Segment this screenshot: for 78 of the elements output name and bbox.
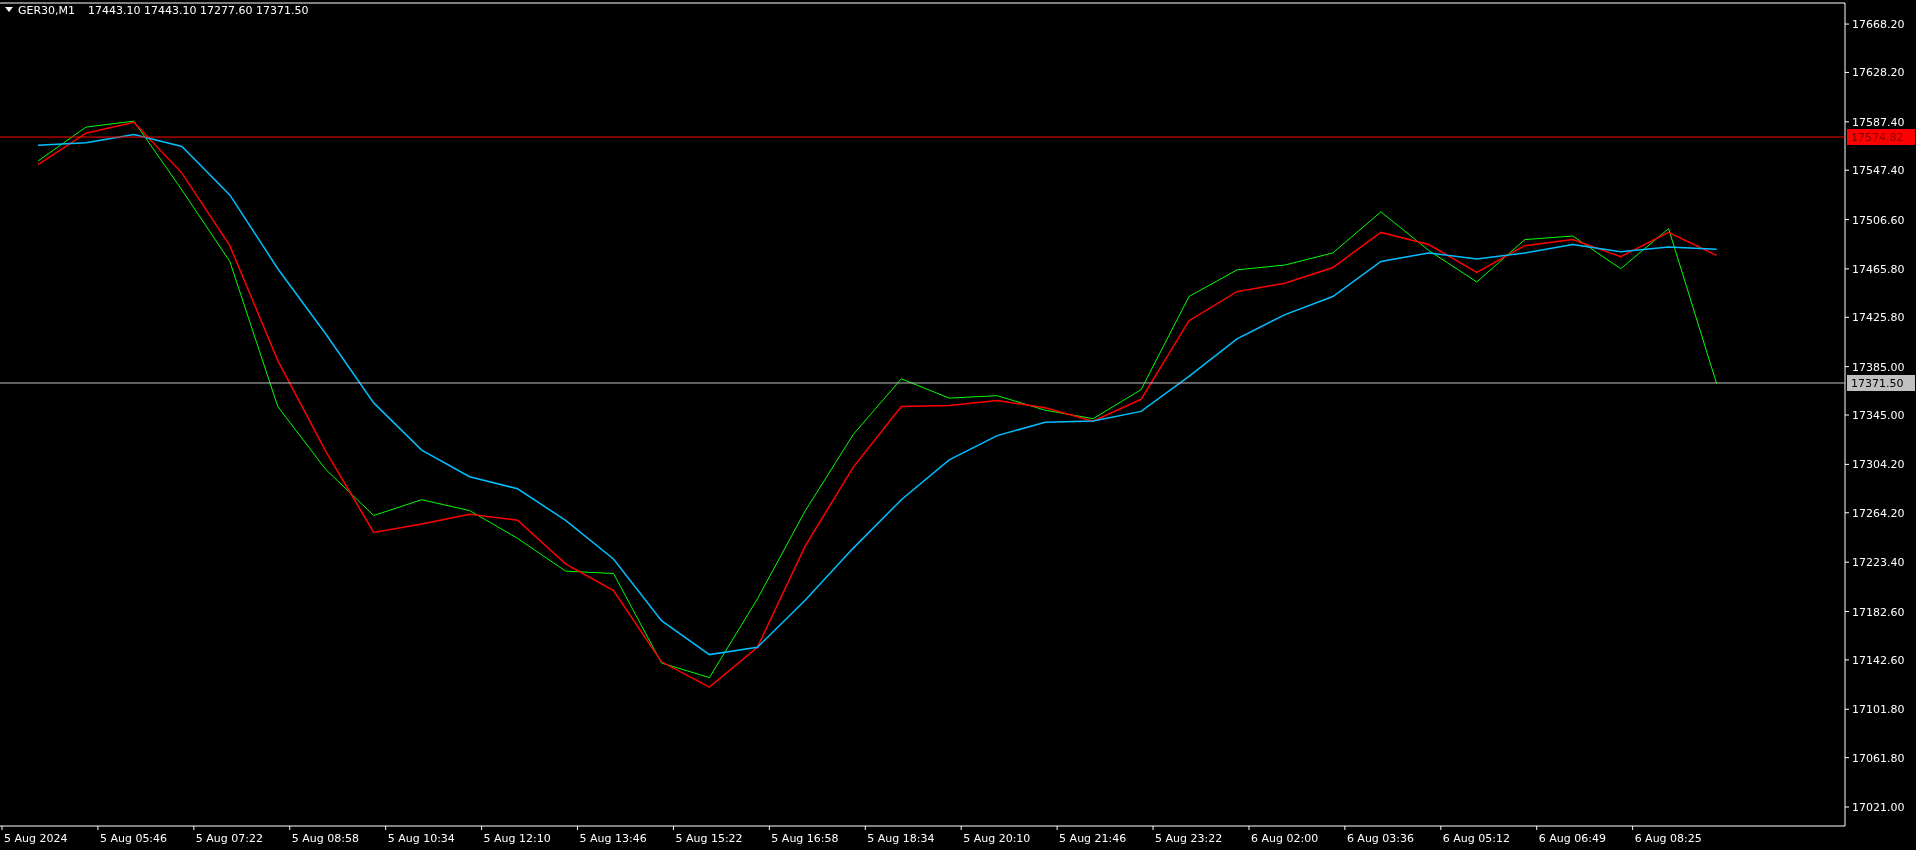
axis-tick — [1844, 219, 1850, 221]
time-axis-label: 5 Aug 18:34 — [867, 832, 935, 845]
price-axis-label: 17385.00 — [1852, 360, 1905, 374]
axis-tick — [1056, 825, 1058, 831]
time-axis-label: 5 Aug 13:46 — [579, 832, 647, 845]
price-axis-label: 17425.80 — [1852, 311, 1905, 325]
ref-line-label: 17574.82 — [1851, 131, 1904, 145]
axis-tick — [1844, 757, 1850, 759]
axis-tick — [1844, 512, 1850, 514]
time-axis-label: 5 Aug 10:34 — [387, 832, 455, 845]
axis-tick — [97, 825, 99, 831]
axis-tick — [1844, 121, 1850, 123]
price-axis-label: 17264.20 — [1852, 506, 1905, 520]
axis-tick — [1844, 611, 1850, 612]
axis-tick — [672, 825, 674, 831]
axis-tick — [1844, 659, 1850, 661]
axis-tick — [1632, 825, 1634, 831]
price-axis-label: 17587.40 — [1852, 115, 1905, 129]
time-axis-label: 5 Aug 21:46 — [1059, 832, 1127, 845]
axis-tick — [1844, 414, 1850, 416]
price-axis-label: 17506.60 — [1852, 213, 1905, 227]
axis-tick — [1, 825, 3, 831]
axis-tick — [289, 825, 291, 831]
price-axis-label: 17465.80 — [1852, 262, 1905, 276]
price-axis-label: 17142.60 — [1852, 653, 1905, 667]
axis-tick — [1152, 825, 1154, 831]
axis-tick — [1844, 708, 1850, 710]
axis-tick — [1844, 268, 1850, 270]
axis-tick — [1844, 169, 1850, 171]
axis-tick — [1344, 825, 1346, 831]
axis-tick — [1844, 463, 1850, 465]
time-axis-label: 6 Aug 03:36 — [1346, 832, 1415, 845]
price-axis-label: 17668.20 — [1852, 18, 1905, 32]
time-axis-label: 5 Aug 2024 — [4, 832, 68, 845]
time-axis-label: 6 Aug 08:25 — [1634, 832, 1702, 845]
dropdown-triangle-icon[interactable] — [5, 7, 13, 12]
time-axis-label: 5 Aug 23:22 — [1155, 832, 1223, 845]
axis-tick — [1844, 316, 1850, 318]
price-axis-label: 17304.20 — [1852, 458, 1905, 472]
axis-tick — [1844, 71, 1850, 73]
horizontal-level-line[interactable] — [0, 382, 1846, 384]
ohlc-values: 17443.10 17443.10 17277.60 17371.50 — [88, 4, 309, 17]
price-axis-label: 17547.40 — [1852, 164, 1905, 178]
axis-tick — [481, 825, 483, 831]
axis-tick — [1440, 825, 1442, 831]
axis-tick — [1844, 23, 1850, 25]
time-axis-label: 6 Aug 02:00 — [1250, 832, 1319, 845]
time-axis-label: 6 Aug 06:49 — [1538, 832, 1606, 845]
time-axis-label: 5 Aug 15:22 — [675, 832, 743, 845]
axis-tick — [577, 825, 578, 831]
time-axis-label: 5 Aug 08:58 — [291, 832, 359, 845]
price-axis-label: 17101.80 — [1852, 703, 1905, 717]
time-axis-label: 5 Aug 20:10 — [963, 832, 1031, 845]
time-axis-label: 5 Aug 12:10 — [483, 832, 551, 845]
axis-tick — [768, 825, 770, 831]
price-axis-label: 17628.20 — [1852, 66, 1905, 80]
axis-tick — [864, 825, 866, 831]
price-axis-label: 17223.40 — [1852, 556, 1905, 570]
ref-line-label: 17371.50 — [1851, 376, 1904, 390]
axis-tick — [1536, 825, 1538, 831]
axis-tick — [960, 825, 962, 831]
axis-tick — [193, 825, 195, 831]
axis-tick — [385, 825, 387, 831]
price-level-label: 17574.82 — [1847, 129, 1915, 145]
axis-tick — [1844, 366, 1850, 368]
axis-tick — [1248, 825, 1250, 831]
time-axis-label: 5 Aug 16:58 — [771, 832, 839, 845]
price-axis-label: 17021.00 — [1852, 801, 1905, 814]
axis-tick — [1844, 561, 1850, 563]
price-axis-label: 17182.60 — [1852, 605, 1905, 619]
axis-tick — [1844, 806, 1850, 808]
time-axis-label: 6 Aug 05:12 — [1442, 832, 1510, 845]
price-axis-label: 17345.00 — [1852, 409, 1905, 423]
symbol-label: GER30,M1 — [18, 4, 76, 17]
time-axis-label: 5 Aug 05:46 — [99, 832, 168, 845]
price-axis-label: 17061.80 — [1852, 751, 1905, 765]
horizontal-level-line[interactable] — [0, 136, 1846, 138]
time-axis-label: 5 Aug 07:22 — [195, 832, 263, 845]
